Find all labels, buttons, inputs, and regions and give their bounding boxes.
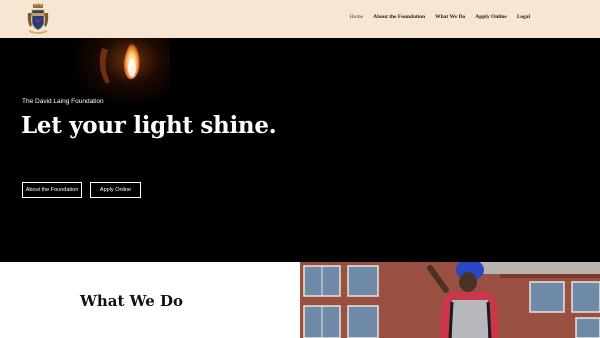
nav-apply-online[interactable]: Apply Online xyxy=(475,14,507,20)
nav-home[interactable]: Home xyxy=(350,14,363,20)
hero-kicker: The David Laing Foundation xyxy=(22,98,104,105)
main-nav: Home About the Foundation What We Do App… xyxy=(350,14,530,20)
nav-about[interactable]: About the Foundation xyxy=(373,14,425,20)
site-header: Home About the Foundation What We Do App… xyxy=(0,0,600,38)
person-in-helmet-photo xyxy=(300,262,600,338)
hero-title: Let your light shine. xyxy=(21,112,277,139)
nav-legal[interactable]: Legal xyxy=(517,14,530,20)
hero-section: The David Laing Foundation Let your ligh… xyxy=(0,38,600,262)
coat-of-arms-icon[interactable] xyxy=(26,3,50,34)
candle-flame-icon xyxy=(99,40,140,84)
section-title: What We Do xyxy=(80,292,184,310)
nav-what-we-do[interactable]: What We Do xyxy=(435,14,465,20)
about-foundation-button[interactable]: About the Foundation xyxy=(22,182,82,198)
what-we-do-section: What We Do xyxy=(0,262,300,338)
apply-online-button[interactable]: Apply Online xyxy=(90,182,141,198)
